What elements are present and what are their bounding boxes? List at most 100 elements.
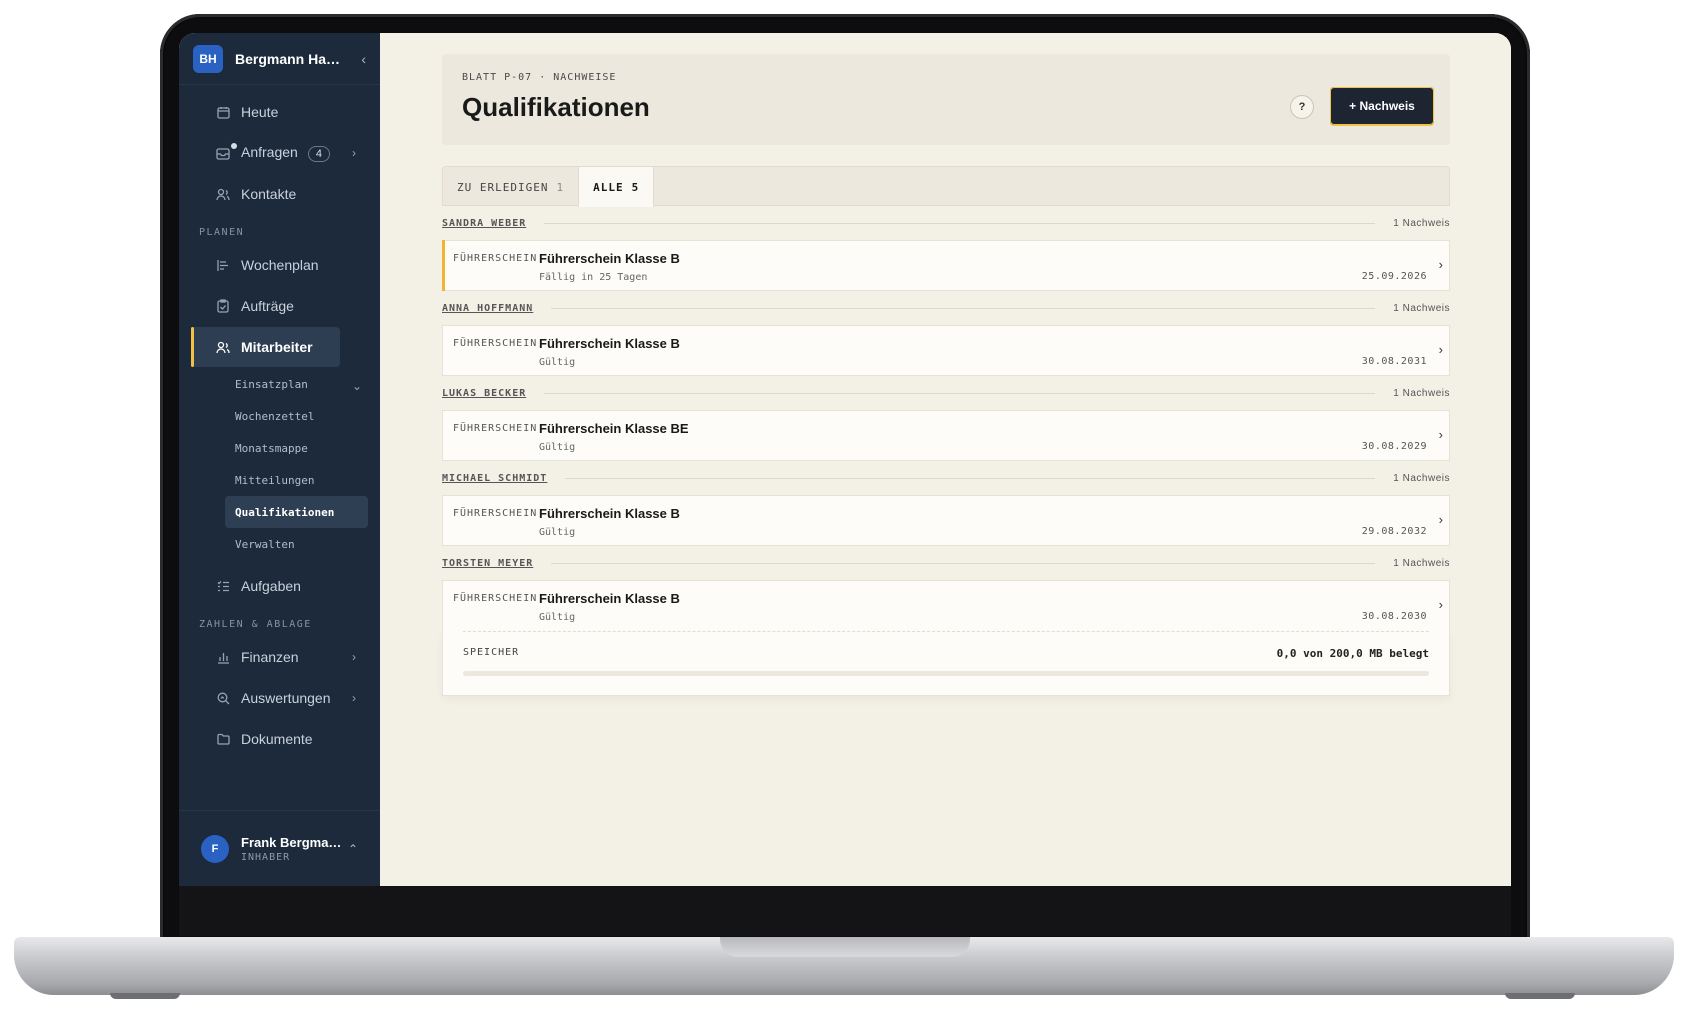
add-nachweis-button[interactable]: + Nachweis: [1330, 87, 1434, 125]
sidebar-item-aufgaben[interactable]: Aufgaben: [191, 566, 368, 606]
laptop-notch: [720, 937, 970, 957]
search-chart-icon: [215, 690, 231, 706]
storage-progress-track: [463, 671, 1429, 676]
chevron-down-icon[interactable]: ⌄: [352, 379, 362, 393]
user-role: INHABER: [241, 851, 291, 863]
submenu-item-einsatzplan[interactable]: Einsatzplan: [225, 368, 368, 400]
list-item[interactable]: FÜHRERSCHEIN Führerschein Klasse B Fälli…: [442, 240, 1450, 291]
laptop-foot: [1505, 993, 1575, 999]
list-item[interactable]: FÜHRERSCHEIN Führerschein Klasse B Gülti…: [442, 325, 1450, 376]
sidebar-item-heute[interactable]: Heute: [191, 92, 368, 132]
mitarbeiter-submenu: Einsatzplan Wochenzettel Monatsmappe Mit…: [225, 368, 368, 560]
sidebar-item-kontakte[interactable]: Kontakte: [191, 174, 368, 214]
submenu-item-verwalten[interactable]: Verwalten: [225, 528, 368, 560]
group-count: 1 Nachweis: [1393, 557, 1450, 569]
tab-label: ZU ERLEDIGEN: [457, 180, 549, 194]
page-eyebrow: BLATT P-07 · NACHWEISE: [462, 72, 617, 83]
section-label-zahlen: ZAHLEN & ABLAGE: [199, 619, 312, 630]
workspace-switcher[interactable]: BH Bergmann Ha… ‹: [179, 33, 380, 85]
sidebar-item-label: Kontakte: [241, 186, 297, 202]
avatar: F: [201, 834, 229, 863]
qualification-list: SANDRA WEBER 1 Nachweis FÜHRERSCHEIN Füh…: [442, 206, 1450, 696]
item-date: 30.08.2031: [1361, 356, 1427, 367]
item-title: Führerschein Klasse B: [539, 251, 680, 266]
tab-bar: ZU ERLEDIGEN 1 ALLE 5: [442, 166, 1450, 207]
storage-panel: SPEICHER 0,0 von 200,0 MB belegt: [442, 631, 1450, 696]
item-category: FÜHRERSCHEIN: [453, 423, 538, 434]
divider: [463, 631, 1429, 632]
divider: [544, 392, 1376, 394]
user-name: Frank Bergma…: [241, 834, 342, 850]
tab-alle[interactable]: ALLE 5: [578, 167, 655, 207]
submenu-item-mitteilungen[interactable]: Mitteilungen: [225, 464, 368, 496]
anfragen-label: Anfragen: [241, 144, 298, 160]
item-date: 30.08.2030: [1361, 611, 1427, 622]
contacts-icon: [215, 186, 231, 202]
group-header: LUKAS BECKER 1 Nachweis: [442, 376, 1450, 410]
chevron-right-icon: ›: [352, 650, 356, 664]
item-text: Führerschein Klasse B Gültig: [539, 506, 680, 538]
list-item[interactable]: FÜHRERSCHEIN Führerschein Klasse B Gülti…: [442, 580, 1450, 631]
sidebar-item-dokumente[interactable]: Dokumente: [191, 719, 368, 759]
sidebar-item-anfragen[interactable]: Anfragen 4 ›: [191, 133, 368, 173]
clipboard-icon: [215, 298, 231, 314]
list-item[interactable]: FÜHRERSCHEIN Führerschein Klasse BE Gült…: [442, 410, 1450, 461]
chevron-right-icon: ›: [1438, 512, 1443, 527]
list-item[interactable]: FÜHRERSCHEIN Führerschein Klasse B Gülti…: [442, 495, 1450, 546]
page-title: Qualifikationen: [462, 92, 652, 122]
users-icon: [215, 339, 231, 355]
chevron-right-icon: ›: [1438, 427, 1443, 442]
employee-name-link[interactable]: ANNA HOFFMANN: [442, 303, 533, 314]
divider: [565, 477, 1376, 479]
item-category: FÜHRERSCHEIN: [453, 593, 538, 604]
submenu-item-monatsmappe[interactable]: Monatsmappe: [225, 432, 368, 464]
item-title: Führerschein Klasse BE: [539, 421, 689, 436]
help-button[interactable]: ?: [1290, 95, 1314, 119]
storage-label: SPEICHER: [463, 647, 520, 658]
bar-chart-icon: [215, 649, 231, 665]
sidebar-item-finanzen[interactable]: Finanzen ›: [191, 637, 368, 677]
chevron-right-icon: ›: [1438, 342, 1443, 357]
anfragen-count-badge: 4: [307, 146, 330, 162]
item-title: Führerschein Klasse B: [539, 506, 680, 521]
sidebar-item-auswertungen[interactable]: Auswertungen ›: [191, 678, 368, 718]
user-menu[interactable]: F Frank Bergma… INHABER ⌃: [179, 810, 380, 886]
employee-name-link[interactable]: MICHAEL SCHMIDT: [442, 473, 547, 484]
employee-name-link[interactable]: TORSTEN MEYER: [442, 558, 533, 569]
item-text: Führerschein Klasse BE Gültig: [539, 421, 689, 453]
tab-count: 5: [631, 180, 640, 194]
collapse-sidebar-icon[interactable]: ‹: [361, 51, 366, 67]
storage-value: 0,0 von 200,0 MB belegt: [1276, 647, 1429, 660]
sidebar-item-label: Aufträge: [241, 298, 294, 314]
employee-name-link[interactable]: LUKAS BECKER: [442, 388, 526, 399]
divider: [544, 222, 1376, 224]
item-date: 29.08.2032: [1361, 526, 1427, 537]
sidebar-item-auftraege[interactable]: Aufträge: [191, 286, 368, 326]
employee-name-link[interactable]: SANDRA WEBER: [442, 218, 526, 229]
item-status: Fällig in 25 Tagen: [539, 272, 648, 283]
chevron-up-icon[interactable]: ⌃: [348, 842, 358, 856]
sidebar-item-wochenplan[interactable]: Wochenplan: [191, 245, 368, 285]
gantt-icon: [215, 257, 231, 273]
item-status: Gültig: [539, 442, 576, 453]
main-content: BLATT P-07 · NACHWEISE Qualifikationen ?…: [380, 33, 1511, 886]
item-title: Führerschein Klasse B: [539, 591, 680, 606]
item-status: Gültig: [539, 527, 576, 538]
chevron-right-icon: ›: [1438, 597, 1443, 612]
user-info: Frank Bergma… INHABER: [241, 835, 348, 863]
tab-zu-erledigen[interactable]: ZU ERLEDIGEN 1: [443, 167, 578, 207]
screen: BH Bergmann Ha… ‹ Heute Anfragen 4 › Kon…: [179, 33, 1511, 886]
group-count: 1 Nachweis: [1393, 472, 1450, 484]
submenu-item-qualifikationen[interactable]: Qualifikationen: [225, 496, 368, 528]
sidebar-nav: Heute Anfragen 4 › Kontakte PLANEN Woche…: [179, 85, 380, 759]
chevron-right-icon: ›: [1438, 257, 1443, 272]
sidebar-item-label: Dokumente: [241, 731, 313, 747]
tab-count: 1: [556, 180, 565, 194]
item-status: Gültig: [539, 612, 576, 623]
folder-icon: [215, 731, 231, 747]
group-count: 1 Nachweis: [1393, 217, 1450, 229]
sidebar-item-label: Heute: [241, 104, 279, 120]
submenu-item-wochenzettel[interactable]: Wochenzettel: [225, 400, 368, 432]
item-date: 30.08.2029: [1361, 441, 1427, 452]
sidebar-item-mitarbeiter[interactable]: Mitarbeiter: [191, 327, 340, 367]
